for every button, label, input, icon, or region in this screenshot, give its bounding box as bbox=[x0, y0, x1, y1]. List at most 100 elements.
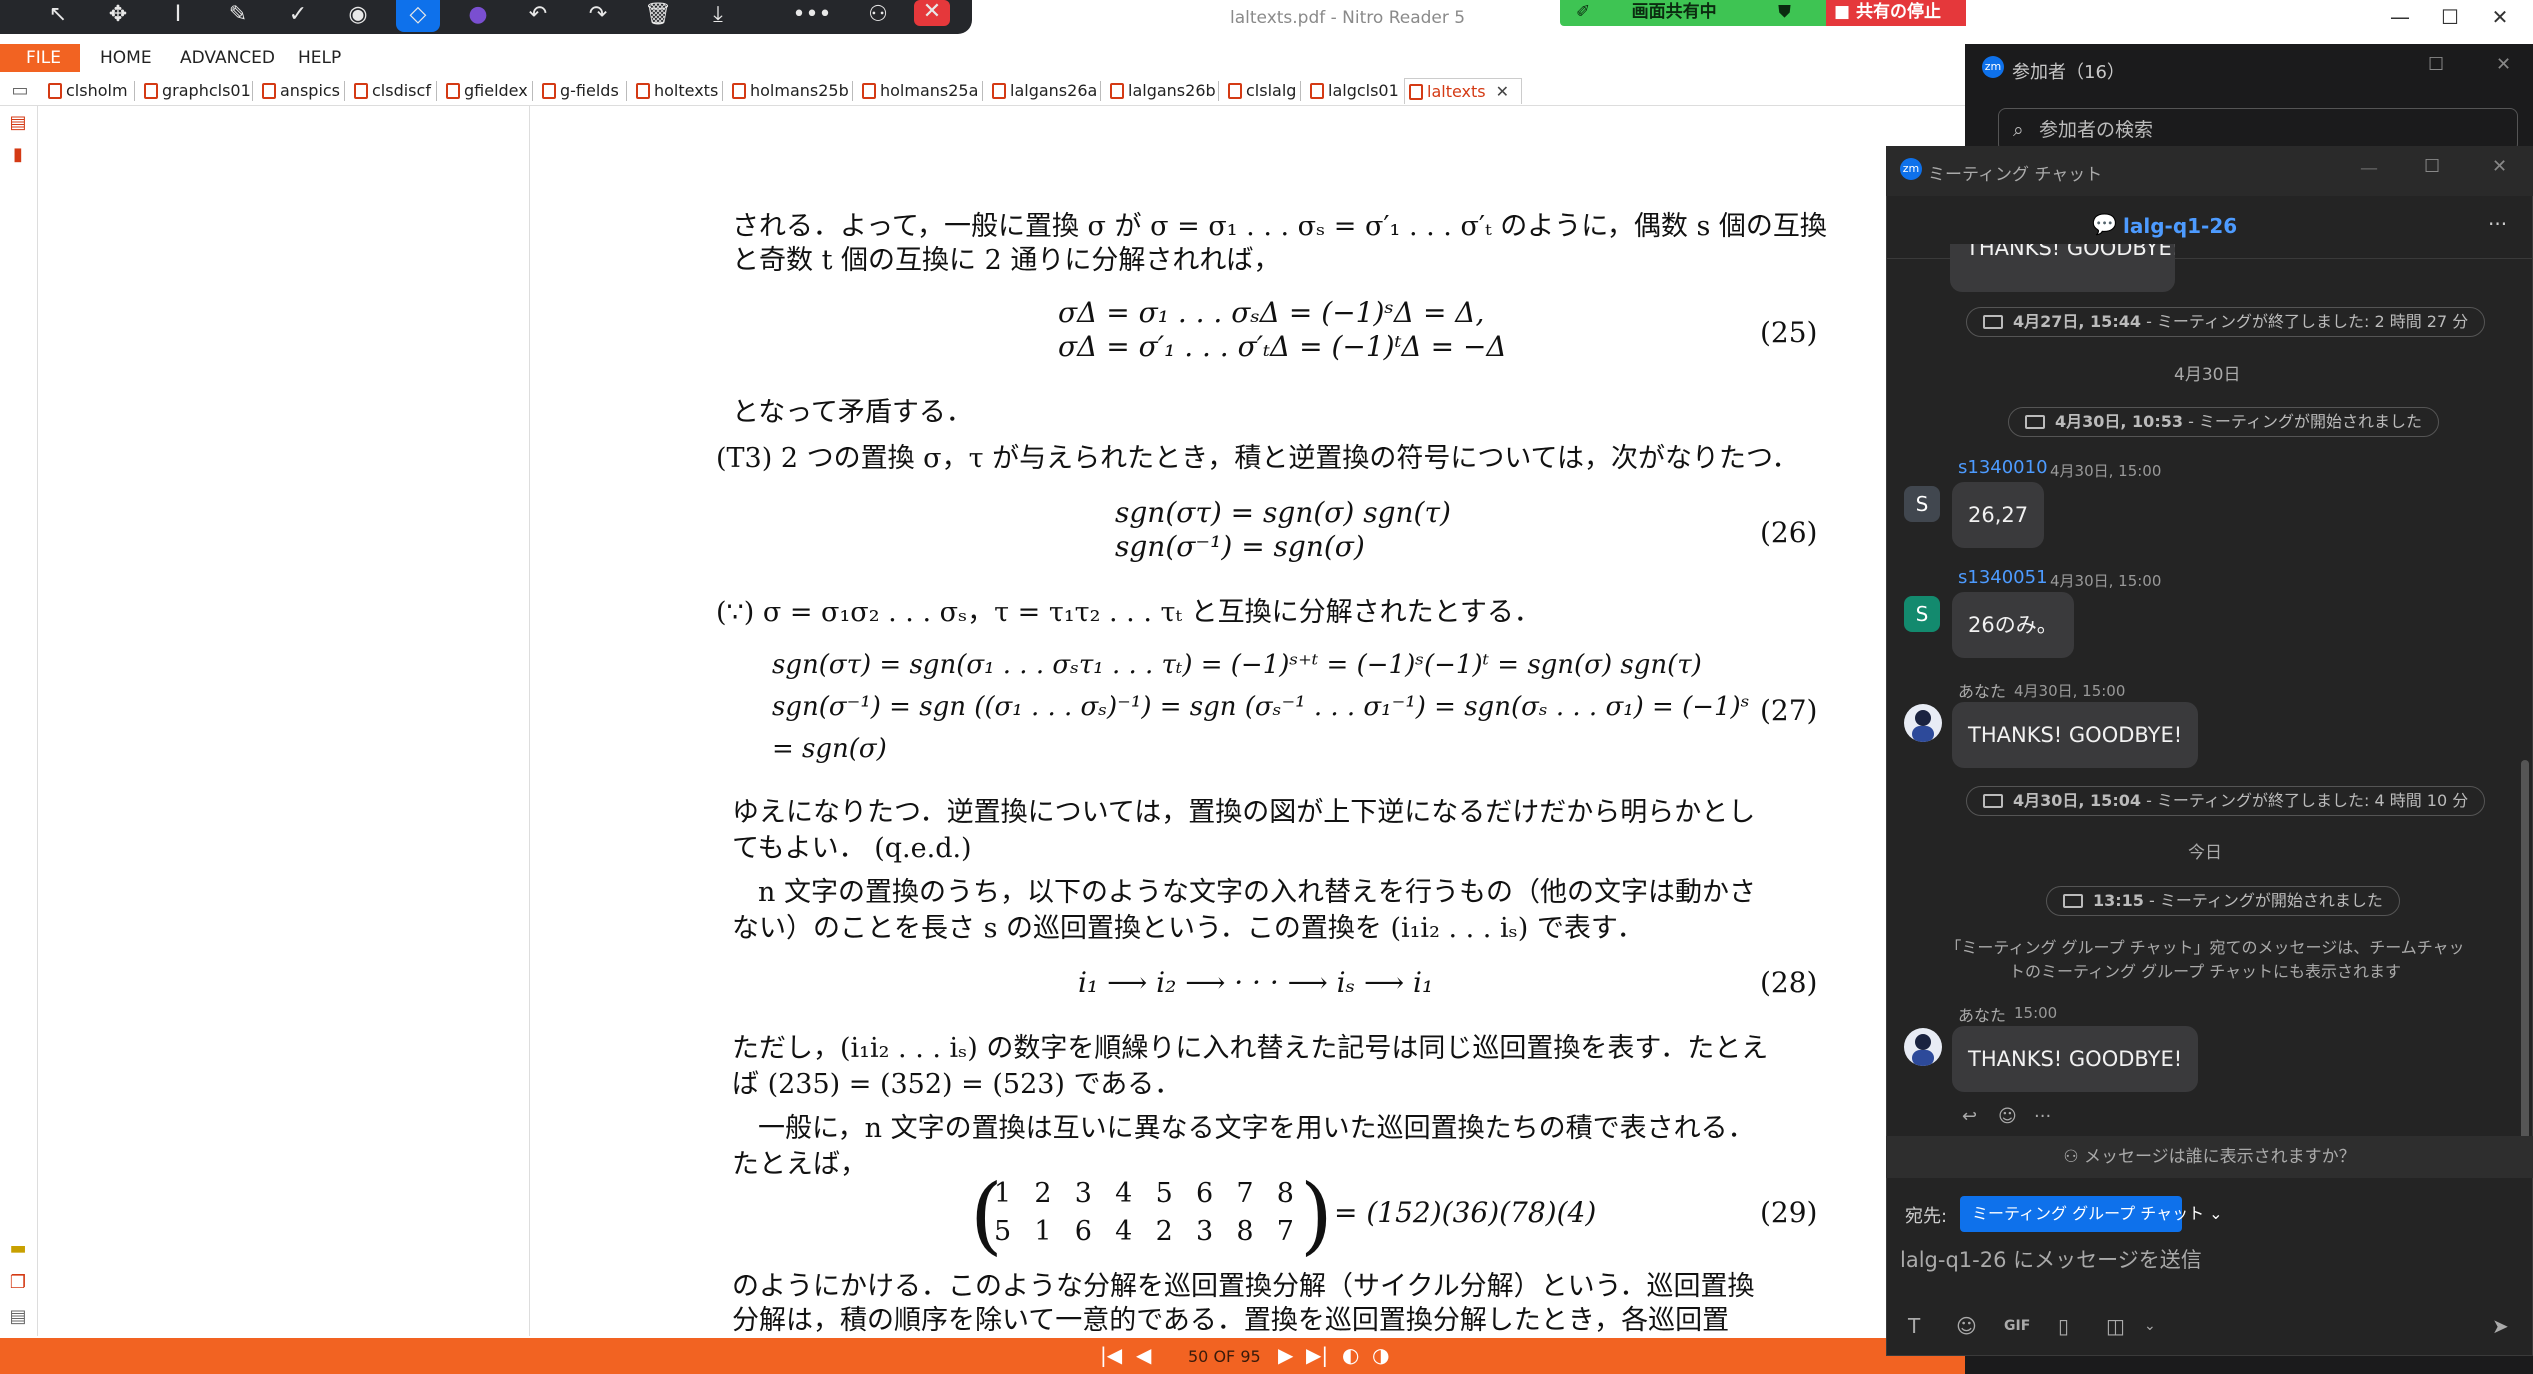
sender-name[interactable]: s1340010 bbox=[1958, 457, 2048, 478]
equation: i₁ ⟶ i₂ ⟶ · · · ⟶ iₛ ⟶ i₁ bbox=[1078, 966, 1434, 999]
page-indicator[interactable]: 50 OF 95 bbox=[1188, 1347, 1261, 1366]
tab-clslalg[interactable]: clslalg bbox=[1218, 78, 1296, 104]
output-icon[interactable]: ▤ bbox=[6, 1306, 30, 1330]
matrix-cell: 5 bbox=[994, 1216, 1012, 1247]
participant-icon[interactable]: ⚇ bbox=[856, 0, 900, 32]
message-bubble: THANKS! GOODBYE! bbox=[1952, 1026, 2199, 1092]
system-time: 4月27日, 15:44 bbox=[2013, 312, 2141, 331]
pen-icon[interactable]: ✎ bbox=[216, 0, 260, 32]
emoji-icon[interactable]: ☺ bbox=[1956, 1314, 1977, 1338]
doc-line: ただし，(i₁i₂ . . . iₛ) の数字を順繰りに入れ替えた記号は同じ巡回… bbox=[732, 1033, 1769, 1064]
tab-clsdiscf[interactable]: clsdiscf bbox=[344, 78, 431, 104]
layers-icon[interactable]: ❐ bbox=[6, 1272, 30, 1296]
file-icon[interactable]: ▯ bbox=[2058, 1314, 2069, 1338]
tab-holmans25a[interactable]: holmans25a bbox=[852, 78, 978, 104]
file-menu[interactable]: FILE bbox=[0, 44, 80, 72]
date-separator: 今日 bbox=[2188, 843, 2222, 863]
comments-icon[interactable]: ▬ bbox=[6, 1238, 30, 1262]
equation: = (152)(36)(78)(4) bbox=[1334, 1196, 1597, 1229]
tab-lalgans26b[interactable]: lalgans26b bbox=[1100, 78, 1216, 104]
stop-share-label: 共有の停止 bbox=[1855, 2, 1941, 22]
stop-share-button[interactable]: ■ 共有の停止 bbox=[1826, 0, 1966, 26]
trash-icon[interactable]: 🗑 bbox=[636, 0, 680, 32]
tab-g-fields[interactable]: g-fields bbox=[532, 78, 619, 104]
next-page-icon[interactable]: ▶ bbox=[1278, 1343, 1293, 1367]
matrix-cell: 4 bbox=[1115, 1178, 1133, 1209]
doc-line: (∵) σ = σ₁σ₂ . . . σₛ，τ = τ₁τ₂ . . . τₜ … bbox=[716, 597, 1541, 628]
popout-icon[interactable]: ☐ bbox=[2428, 54, 2444, 75]
person-icon: ⚇ bbox=[2063, 1147, 2084, 1167]
popout-chat-icon[interactable]: ☐ bbox=[2424, 156, 2440, 177]
menu-advanced[interactable]: ADVANCED bbox=[180, 48, 275, 68]
tab-anspics[interactable]: anspics bbox=[252, 78, 340, 104]
tab-holmans25b[interactable]: holmans25b bbox=[722, 78, 849, 104]
first-page-icon[interactable]: |◀ bbox=[1100, 1343, 1122, 1367]
more-actions-icon[interactable]: ··· bbox=[2034, 1106, 2051, 1127]
color-picker-icon[interactable]: ● bbox=[456, 0, 500, 32]
avatar[interactable]: S bbox=[1904, 486, 1940, 522]
eraser-icon[interactable]: ◇ bbox=[396, 0, 440, 32]
checkmark-icon[interactable]: ✓ bbox=[276, 0, 320, 32]
move-icon[interactable]: ✥ bbox=[96, 0, 140, 32]
screenshot-icon[interactable]: ◫ bbox=[2106, 1314, 2125, 1338]
forward-view-icon[interactable]: ◑ bbox=[1372, 1343, 1389, 1367]
menu-help[interactable]: HELP bbox=[298, 48, 341, 68]
message-time: 4月30日, 15:00 bbox=[2050, 572, 2162, 590]
chat-scrollbar[interactable] bbox=[2521, 760, 2529, 1140]
message-bubble: 26のみ。 bbox=[1952, 592, 2074, 658]
more-icon[interactable]: ••• bbox=[790, 0, 834, 32]
chat-window-title: ミーティング チャット bbox=[1928, 165, 2103, 185]
emoji-react-icon[interactable]: ☺ bbox=[1998, 1106, 2017, 1127]
matrix-cell: 7 bbox=[1276, 1216, 1294, 1247]
tab-lalgcls01[interactable]: lalgcls01 bbox=[1300, 78, 1399, 104]
sender-name[interactable]: s1340051 bbox=[1958, 567, 2048, 588]
matrix-cell: 6 bbox=[1074, 1216, 1092, 1247]
download-icon[interactable]: ⤓ bbox=[696, 0, 740, 32]
text-format-icon[interactable]: T bbox=[1908, 1314, 1920, 1338]
attachments-icon[interactable]: ▤ bbox=[6, 112, 30, 136]
undo-icon[interactable]: ↶ bbox=[516, 0, 560, 32]
pdf-icon bbox=[144, 83, 158, 99]
visibility-bar[interactable]: ⚇ メッセージは誰に表示されますか？ bbox=[1886, 1136, 2533, 1178]
minimize-chat-icon[interactable]: — bbox=[2360, 158, 2378, 179]
bookmarks-icon[interactable]: ▮ bbox=[6, 144, 30, 168]
close-window-button[interactable]: ✕ bbox=[2470, 0, 2530, 34]
chevron-down-icon[interactable]: ⌄ bbox=[2144, 1318, 2156, 1334]
gif-icon[interactable]: GIF bbox=[2004, 1318, 2030, 1334]
tab-lalgans26a[interactable]: lalgans26a bbox=[982, 78, 1097, 104]
pin-icon[interactable]: ✐ bbox=[1576, 2, 1590, 22]
tab-laltexts[interactable]: laltexts ✕ bbox=[1404, 78, 1522, 104]
more-options-icon[interactable]: ··· bbox=[2488, 212, 2507, 236]
user-avatar[interactable] bbox=[1904, 1028, 1942, 1066]
tab-label: clsdiscf bbox=[372, 81, 431, 100]
redo-icon[interactable]: ↷ bbox=[576, 0, 620, 32]
send-icon[interactable]: ➤ bbox=[2492, 1314, 2509, 1338]
recipient-select[interactable]: ミーティング グループ チャット ⌄ bbox=[1960, 1196, 2223, 1232]
menu-home[interactable]: HOME bbox=[100, 48, 152, 68]
text-cursor-icon[interactable]: I bbox=[156, 0, 200, 32]
matrix-row-bottom: 51642387 bbox=[994, 1216, 1294, 1254]
pointer-icon[interactable]: ↖ bbox=[36, 0, 80, 32]
system-text: - ミーティングが開始されました bbox=[2143, 891, 2383, 910]
tab-holtexts[interactable]: holtexts bbox=[626, 78, 718, 104]
last-page-icon[interactable]: ▶| bbox=[1306, 1343, 1328, 1367]
tab-gfieldex[interactable]: gfieldex bbox=[436, 78, 528, 104]
avatar[interactable]: S bbox=[1904, 596, 1940, 632]
pdf-icon bbox=[542, 83, 556, 99]
tab-close-icon[interactable]: ✕ bbox=[1496, 82, 1509, 101]
doc-line: となって矛盾する． bbox=[732, 397, 973, 428]
prev-page-icon[interactable]: ◀ bbox=[1136, 1343, 1151, 1367]
tab-clsholm[interactable]: clsholm bbox=[44, 78, 128, 104]
spotlight-icon[interactable]: ◉ bbox=[336, 0, 380, 32]
reply-icon[interactable]: ↩ bbox=[1962, 1106, 1977, 1127]
chat-message-input[interactable]: lalg-q1-26 にメッセージを送信 bbox=[1900, 1244, 2500, 1280]
matrix-cell: 8 bbox=[1276, 1178, 1294, 1209]
user-avatar[interactable] bbox=[1904, 704, 1942, 742]
close-chat-icon[interactable]: ✕ bbox=[2492, 156, 2507, 177]
back-view-icon[interactable]: ◐ bbox=[1342, 1343, 1359, 1367]
tab-graphcls01[interactable]: graphcls01 bbox=[134, 78, 251, 104]
group-chat-notice: 「ミーティング グループ チャット」宛てのメッセージは、チームチャットのミーティ… bbox=[1945, 938, 2465, 981]
close-participants-icon[interactable]: ✕ bbox=[2496, 54, 2511, 75]
close-annotation-icon[interactable]: ✕ bbox=[914, 0, 950, 26]
page-thumbnail-icon[interactable]: ▭ bbox=[8, 80, 32, 104]
